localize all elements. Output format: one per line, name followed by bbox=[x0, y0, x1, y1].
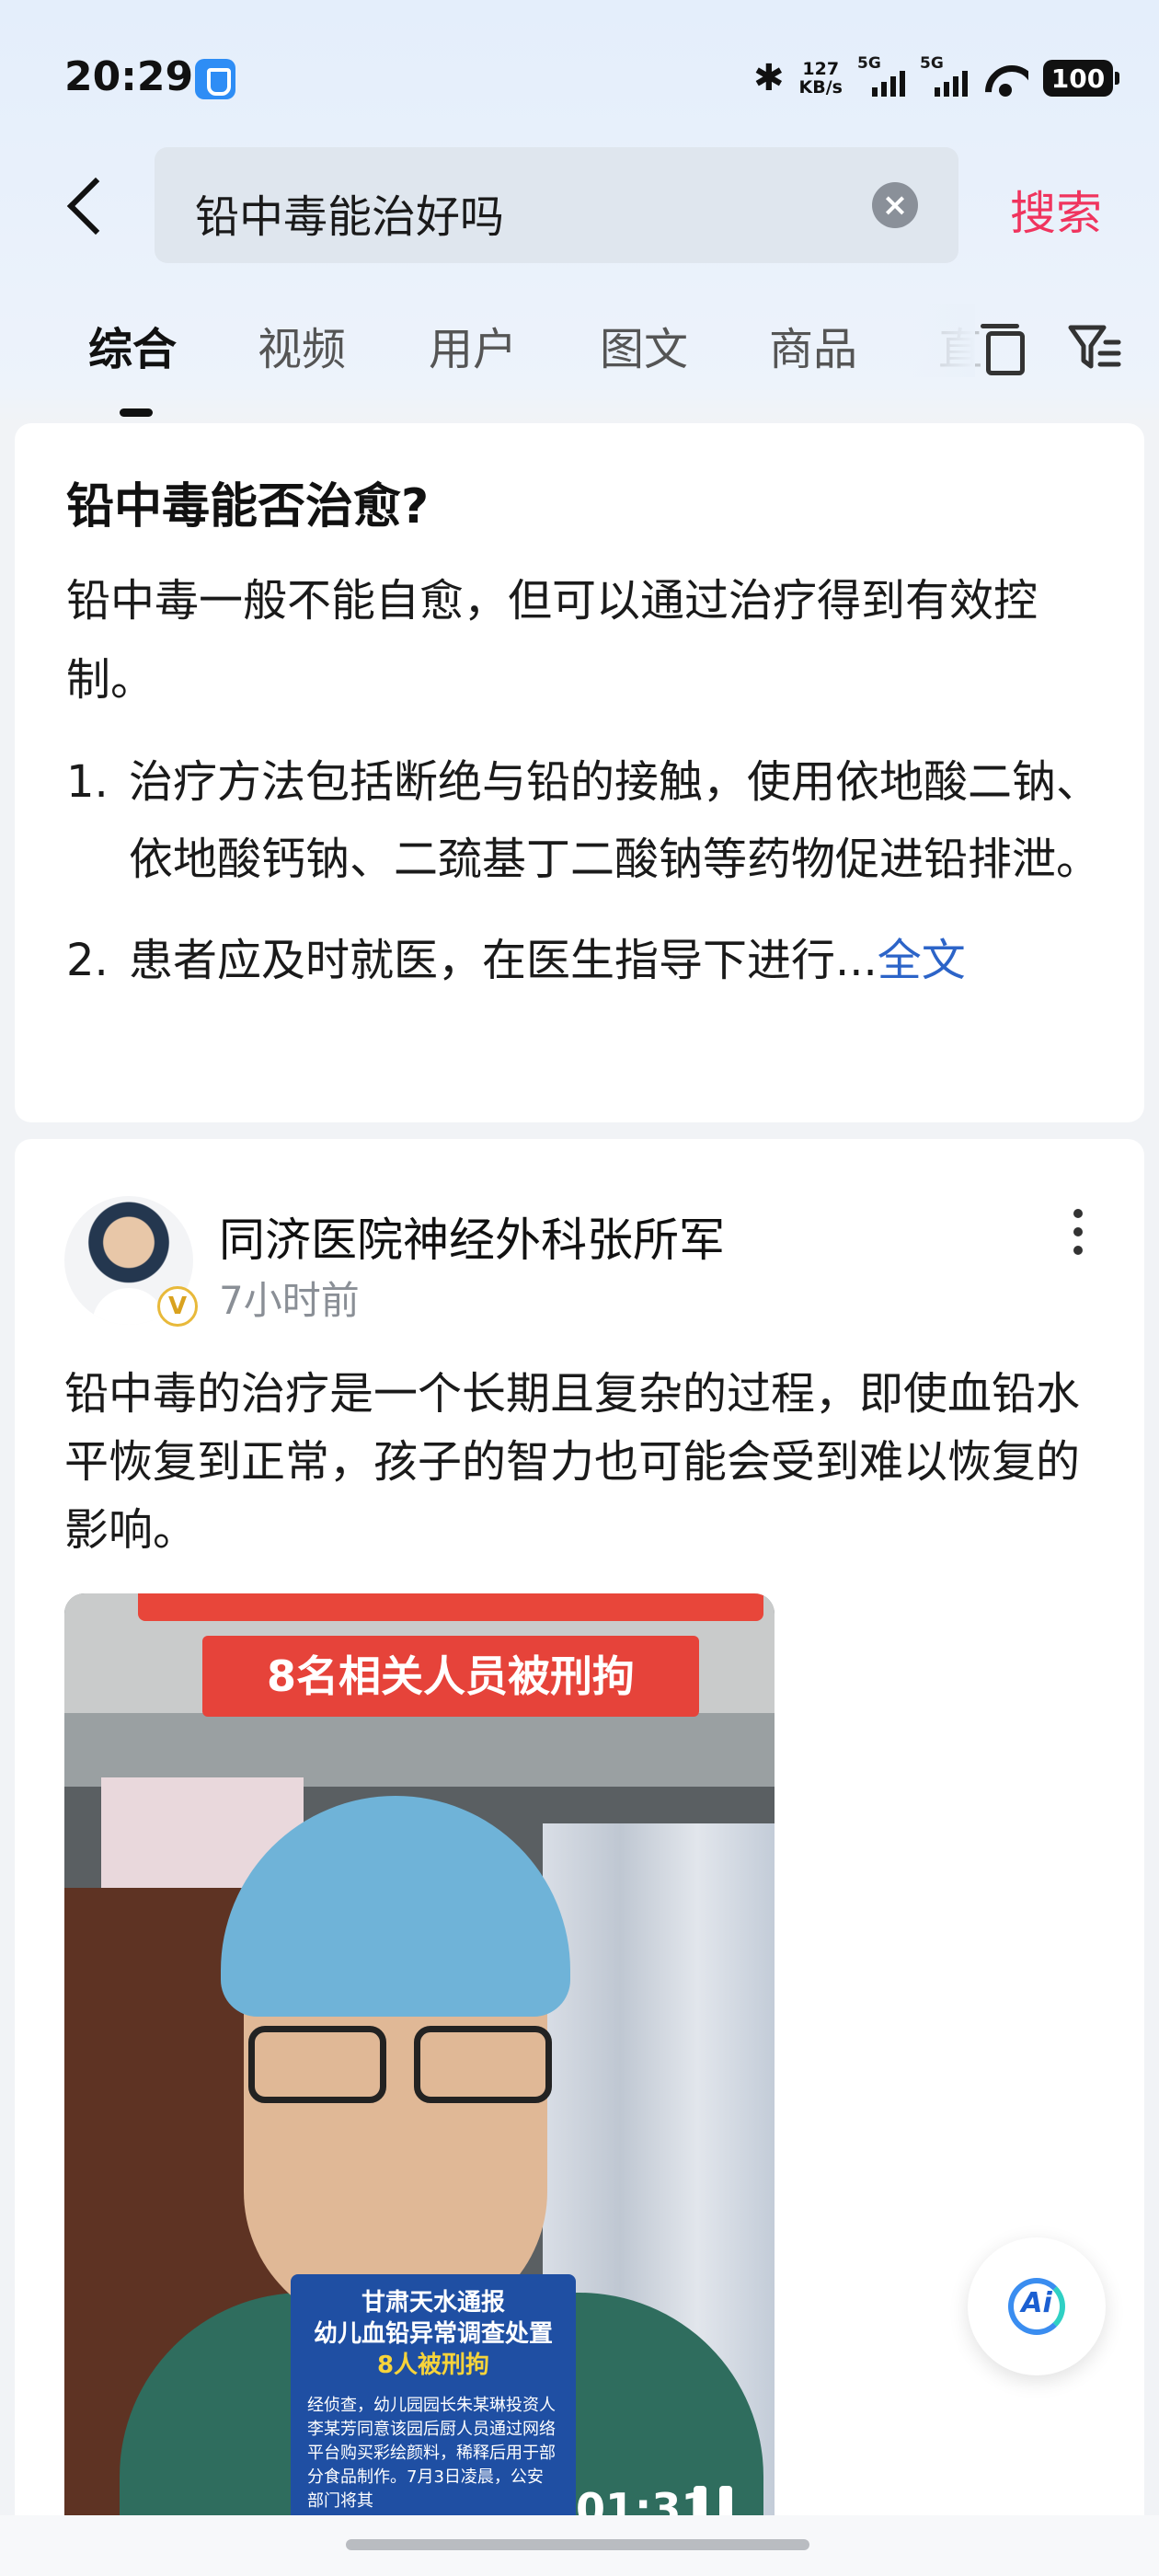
tab-comprehensive[interactable]: 综合 bbox=[88, 313, 177, 377]
tab-video[interactable]: 视频 bbox=[258, 313, 346, 377]
ai-label: Ai bbox=[1021, 2287, 1052, 2319]
battery-indicator: 100 bbox=[1043, 60, 1119, 97]
search-button[interactable]: 搜索 bbox=[1010, 177, 1102, 243]
answer-title: 铅中毒能否治愈? bbox=[66, 479, 430, 535]
search-input[interactable]: 铅中毒能治好吗 × bbox=[155, 147, 958, 263]
v-glasses bbox=[248, 2026, 552, 2103]
home-indicator[interactable] bbox=[346, 2539, 809, 2550]
v-ceiling bbox=[64, 1713, 775, 1787]
list-item: 2. 患者应及时就医，在医生指导下进行...全文 bbox=[66, 922, 1106, 999]
list-item-text: 患者应及时就医，在医生指导下进行... bbox=[129, 935, 878, 986]
sim1-label: 5G bbox=[857, 54, 881, 73]
bluetooth-icon: ✱ bbox=[753, 57, 785, 99]
tab-image-text[interactable]: 图文 bbox=[600, 313, 688, 377]
status-bar: 20:29 ✱ 127 KB/s 5G 5G 100 bbox=[0, 0, 1159, 156]
status-icons: ✱ 127 KB/s 5G 5G 100 bbox=[753, 54, 1119, 101]
list-item-number: 1. bbox=[66, 756, 109, 808]
list-item: 1. 治疗方法包括断绝与铅的接触，使用依地酸二钠、依地酸钙钠、二巯基丁二酸钠等药… bbox=[66, 743, 1106, 898]
author-name[interactable]: 同济医院神经外科张所军 bbox=[219, 1203, 725, 1270]
security-shield-icon bbox=[195, 59, 235, 99]
status-time: 20:29 bbox=[64, 53, 194, 100]
network-speed-unit: KB/s bbox=[798, 77, 843, 98]
network-speed: 127 KB/s bbox=[799, 60, 843, 97]
notice-line2: 幼儿血铅异常调查处置 bbox=[313, 2320, 553, 2348]
network-speed-value: 127 bbox=[802, 59, 840, 79]
post-timestamp: 7小时前 bbox=[219, 1278, 360, 1323]
answer-intro: 铅中毒一般不能自愈，但可以通过治疗得到有效控制。 bbox=[66, 575, 1039, 706]
v-banner1 bbox=[138, 1593, 763, 1621]
back-arrow-icon[interactable] bbox=[63, 173, 109, 237]
video-thumbnail[interactable]: 8名相关人员被刑拘 甘肃天水通报 幼儿血铅异常调查处置 8人被刑拘 经侦查，幼儿… bbox=[64, 1593, 775, 2569]
search-query-text: 铅中毒能治好吗 bbox=[195, 191, 505, 243]
notice-line3: 8人被刑拘 bbox=[376, 2352, 490, 2379]
signal-sim2-icon: 5G bbox=[920, 54, 968, 98]
verified-badge-icon: V bbox=[157, 1286, 198, 1327]
post-text[interactable]: 铅中毒的治疗是一个长期且复杂的过程，即使血铅水平恢复到正常，孩子的智力也可能会受… bbox=[64, 1360, 1104, 1564]
sim2-label: 5G bbox=[920, 54, 944, 73]
list-item-number: 2. bbox=[66, 935, 109, 986]
tab-list-icon[interactable] bbox=[981, 324, 1025, 375]
wifi-icon bbox=[982, 60, 1028, 97]
tab-users[interactable]: 用户 bbox=[429, 313, 517, 377]
notice-line1: 甘肃天水通报 bbox=[361, 2289, 505, 2317]
video-banner-text: 8名相关人员被刑拘 bbox=[202, 1636, 699, 1717]
notice-body: 经侦查，幼儿园园长朱某琳投资人李某芳同意该园后厨人员通过网络平台购买彩绘颜料，稀… bbox=[307, 2396, 556, 2511]
answer-list: 1. 治疗方法包括断绝与铅的接触，使用依地酸二钠、依地酸钙钠、二巯基丁二酸钠等药… bbox=[66, 743, 1106, 1023]
tab-fade bbox=[911, 304, 975, 377]
read-full-link[interactable]: 全文 bbox=[878, 935, 966, 986]
ai-assistant-button[interactable]: Ai bbox=[968, 2237, 1106, 2375]
signal-sim1-icon: 5G bbox=[857, 54, 905, 98]
list-item-text: 治疗方法包括断绝与铅的接触，使用依地酸二钠、依地酸钙钠、二巯基丁二酸钠等药物促进… bbox=[129, 756, 1101, 885]
clear-search-icon[interactable]: × bbox=[872, 182, 918, 228]
filter-icon[interactable] bbox=[1067, 322, 1122, 374]
ai-answer-card[interactable]: 铅中毒能否治愈? 铅中毒一般不能自愈，但可以通过治疗得到有效控制。 1. 治疗方… bbox=[15, 423, 1144, 1122]
active-tab-indicator bbox=[120, 408, 153, 417]
tab-products[interactable]: 商品 bbox=[769, 313, 857, 377]
more-options-icon[interactable] bbox=[1069, 1209, 1087, 1264]
